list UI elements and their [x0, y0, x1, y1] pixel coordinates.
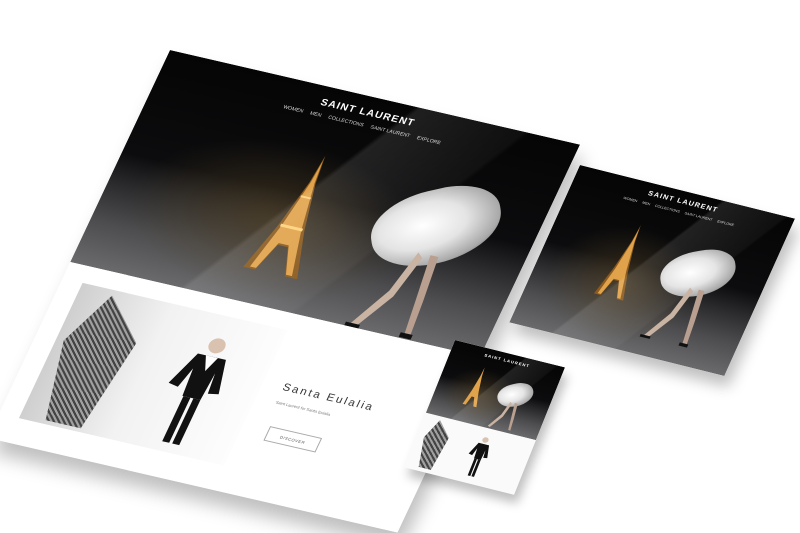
cathedral-detail [25, 289, 154, 431]
tablet-nav-item-explore[interactable]: EXPLORE [716, 219, 734, 227]
tablet-nav-item-women[interactable]: WOMEN [623, 196, 638, 203]
eiffel-tower-icon [235, 148, 360, 281]
feature-photo [18, 282, 288, 466]
brand-logo[interactable]: SAINT LAURENT [160, 61, 575, 166]
tablet-nav-item-men[interactable]: MEN [641, 201, 650, 207]
tablet-nav-item-saint-laurent[interactable]: SAINT LAURENT [684, 211, 713, 221]
tablet-nav: WOMEN MEN COLLECTIONS SAINT LAURENT EXPL… [570, 183, 787, 240]
model-figure-icon [131, 326, 254, 455]
tablet-nav-item-collections[interactable]: COLLECTIONS [654, 204, 680, 214]
nav-item-explore[interactable]: EXPLORE [416, 135, 442, 146]
mockup-stage: SAINT LAURENT WOMEN MEN COLLECTIONS SAIN… [0, 0, 800, 533]
nav-item-men[interactable]: MEN [309, 111, 323, 119]
main-nav: WOMEN MEN COLLECTIONS SAINT LAURENT EXPL… [156, 75, 569, 175]
phone-model-figure-icon [456, 432, 499, 480]
phone-eiffel-tower-icon [460, 365, 493, 408]
tablet-model-legs [635, 280, 711, 351]
tablet-eiffel-tower-icon [589, 220, 659, 301]
nav-item-women[interactable]: WOMEN [282, 104, 304, 114]
tablet-brand-logo[interactable]: SAINT LAURENT [574, 172, 792, 232]
phone-brand-logo[interactable]: SAINT LAURENT [451, 345, 563, 377]
discover-button[interactable]: DISCOVER [263, 426, 323, 453]
